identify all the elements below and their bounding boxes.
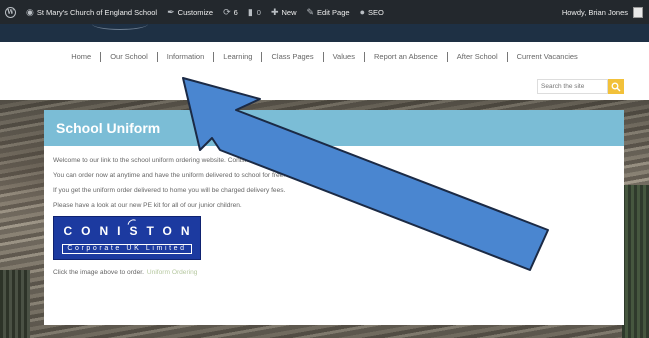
- comments-count: 0: [256, 7, 261, 17]
- coniston-logo-link[interactable]: CONISTON Corporate UK Limited: [53, 216, 201, 260]
- logo-subtitle: Corporate UK Limited: [62, 244, 192, 254]
- page-title: School Uniform: [56, 120, 161, 136]
- nav-item-information[interactable]: Information: [156, 52, 214, 62]
- nav-item-learning[interactable]: Learning: [213, 52, 261, 62]
- edit-page-link[interactable]: ✎ Edit Page: [302, 0, 355, 24]
- nav-item-home[interactable]: Home: [62, 52, 100, 62]
- comments-link[interactable]: ▮ 0: [243, 0, 266, 24]
- nav-item-values[interactable]: Values: [322, 52, 364, 62]
- plus-icon: ✚: [270, 6, 279, 17]
- wordpress-logo-icon: W: [5, 6, 16, 18]
- background-fence-right: [622, 185, 649, 338]
- click-instruction-text: Click the image above to order.: [53, 269, 144, 276]
- new-content-link[interactable]: ✚ New: [266, 0, 302, 24]
- customize-link[interactable]: ✒ Customize: [162, 0, 218, 24]
- avatar[interactable]: [633, 6, 643, 18]
- updates-count: 6: [233, 7, 238, 17]
- site-header-band: [0, 24, 649, 42]
- paragraph-welcome: Welcome to our link to the school unifor…: [53, 157, 274, 164]
- panel-header: School Uniform: [44, 110, 624, 146]
- paragraph-delivery-fees: If you get the uniform order delivered t…: [53, 187, 286, 194]
- seo-link[interactable]: ● SEO: [355, 0, 389, 24]
- header-logo-arc: [92, 24, 148, 30]
- edit-page-label: Edit Page: [317, 7, 350, 17]
- site-search: [537, 79, 624, 94]
- site-name-label: St Mary's Church of England School: [36, 7, 158, 17]
- pencil-icon: ✎: [306, 6, 315, 17]
- nav-item-current-vacancies[interactable]: Current Vacancies: [506, 52, 587, 62]
- main-navigation: Home Our School Information Learning Cla…: [0, 42, 649, 72]
- howdy-link[interactable]: Howdy, Brian Jones: [562, 8, 628, 17]
- wordpress-menu[interactable]: W: [0, 0, 21, 24]
- nav-item-report-absence[interactable]: Report an Absence: [363, 52, 447, 62]
- search-input[interactable]: [537, 79, 608, 94]
- new-label: New: [281, 7, 297, 17]
- content-panel: School Uniform Welcome to our link to th…: [44, 110, 624, 325]
- seo-status-icon: ●: [359, 6, 366, 17]
- nav-item-our-school[interactable]: Our School: [100, 52, 157, 62]
- nav-item-after-school[interactable]: After School: [446, 52, 507, 62]
- seo-label: SEO: [368, 7, 384, 17]
- admin-bar: W ◉ St Mary's Church of England School ✒…: [0, 0, 649, 24]
- paragraph-order-anytime: You can order now at anytime and have th…: [53, 172, 286, 179]
- customize-label: Customize: [177, 7, 214, 17]
- search-icon: [611, 82, 621, 91]
- order-instructions: Click the image above to order. Uniform O…: [53, 268, 624, 278]
- background-fence-left: [0, 270, 30, 338]
- dashboard-icon: ◉: [26, 6, 34, 17]
- panel-body: Welcome to our link to the school unifor…: [44, 146, 624, 278]
- comment-icon: ▮: [247, 6, 253, 17]
- paintbrush-icon: ✒: [167, 6, 175, 17]
- updates-icon: ⟳: [223, 6, 231, 17]
- search-button[interactable]: [608, 79, 624, 94]
- logo-wordmark: CONISTON: [63, 224, 199, 238]
- site-name-link[interactable]: ◉ St Mary's Church of England School: [21, 0, 162, 24]
- nav-item-class-pages[interactable]: Class Pages: [261, 52, 322, 62]
- paragraph-pe-kit: Please have a look at our new PE kit for…: [53, 202, 242, 209]
- updates-link[interactable]: ⟳ 6: [218, 0, 243, 24]
- uniform-ordering-link[interactable]: Uniform Ordering: [147, 269, 198, 276]
